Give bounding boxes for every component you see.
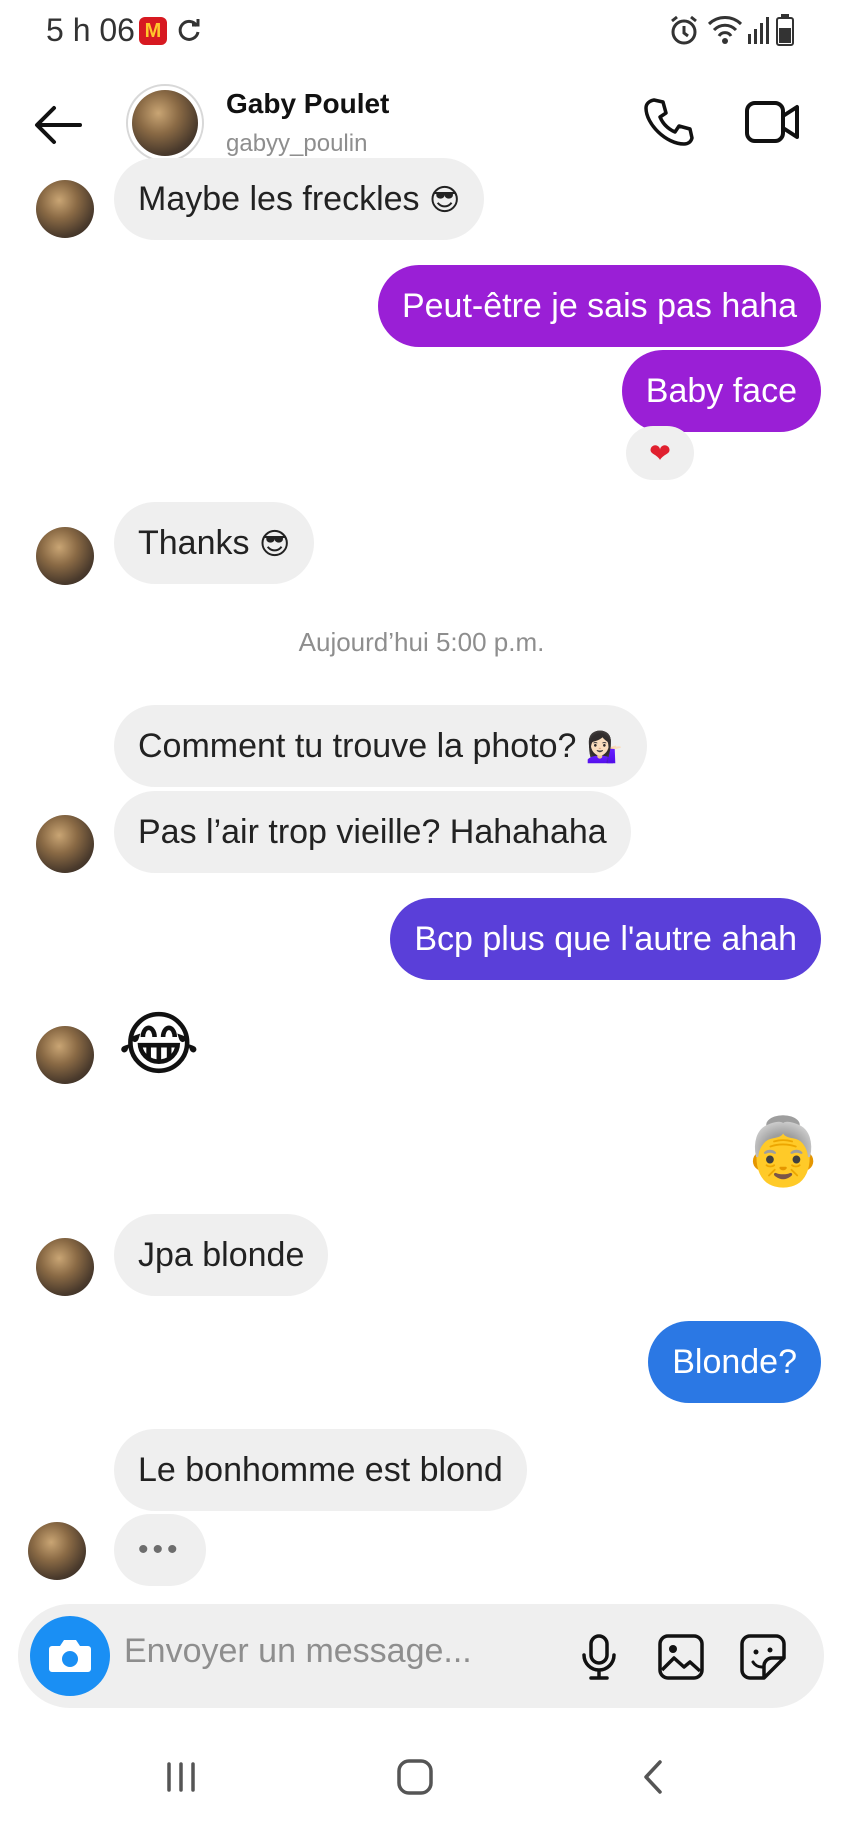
sunglasses-emoji: 😎 xyxy=(258,528,291,562)
message-text: Bcp plus que l'autre ahah xyxy=(414,920,797,958)
camera-icon xyxy=(49,1640,91,1672)
conversation-timestamp: Aujourd’hui 5:00 p.m. xyxy=(298,627,545,657)
message-text: Baby face xyxy=(645,372,797,410)
message-bubble-outgoing[interactable]: Bcp plus que l'autre ahah xyxy=(390,898,821,980)
message-bubble-outgoing[interactable]: Peut-être je sais pas haha xyxy=(377,265,821,347)
heart-reaction[interactable]: ❤ xyxy=(626,426,694,480)
wifi-icon xyxy=(707,16,743,44)
sync-icon xyxy=(178,19,200,41)
typing-indicator: ••• xyxy=(114,1514,206,1586)
recents-icon[interactable] xyxy=(156,1752,206,1802)
battery-icon xyxy=(776,14,794,46)
gallery-icon[interactable] xyxy=(656,1632,706,1682)
message-bubble-incoming[interactable]: Thanks 😎 xyxy=(114,502,315,584)
message-input[interactable]: Envoyer un message... xyxy=(124,1632,472,1671)
message-bubble-incoming[interactable]: Pas l’air trop vieille? Hahahaha xyxy=(114,791,631,873)
sticker-icon[interactable] xyxy=(738,1632,788,1682)
message-text: Peut-être je sais pas haha xyxy=(401,287,797,325)
message-bubble-incoming[interactable]: Maybe les freckles 😎 xyxy=(114,158,485,240)
sender-avatar[interactable] xyxy=(36,1238,94,1296)
sender-avatar[interactable] xyxy=(28,1522,86,1580)
older-woman-emoji-message[interactable]: 👵 xyxy=(742,1110,824,1192)
tipping-hand-emoji: 💁🏻‍♀️ xyxy=(585,731,624,765)
avatar[interactable] xyxy=(132,90,198,156)
contact-name[interactable]: Gaby Poulet xyxy=(226,88,389,120)
home-icon[interactable] xyxy=(390,1752,440,1802)
alarm-icon xyxy=(671,15,697,45)
sender-avatar[interactable] xyxy=(36,180,94,238)
message-text: Thanks xyxy=(138,524,250,562)
sender-avatar[interactable] xyxy=(36,1026,94,1084)
nav-back-icon[interactable] xyxy=(630,1752,680,1802)
sunglasses-emoji: 😎 xyxy=(429,184,461,218)
microphone-icon[interactable] xyxy=(574,1632,624,1682)
message-text: Maybe les freckles xyxy=(138,180,420,218)
message-text: Le bonhomme est blond xyxy=(138,1451,503,1489)
joy-emoji-message[interactable]: 😂 xyxy=(118,1002,200,1086)
phone-icon[interactable] xyxy=(642,96,694,148)
message-text: Pas l’air trop vieille? Hahahaha xyxy=(138,813,607,851)
back-arrow-icon[interactable] xyxy=(30,100,86,150)
message-bubble-incoming[interactable]: Comment tu trouve la photo? 💁🏻‍♀️ xyxy=(114,705,648,787)
message-text: Comment tu trouve la photo? xyxy=(138,727,577,765)
message-text: Blonde? xyxy=(672,1343,797,1381)
sender-avatar[interactable] xyxy=(36,815,94,873)
message-bubble-outgoing[interactable]: Blonde? xyxy=(648,1321,821,1403)
message-text: Jpa blonde xyxy=(138,1236,305,1274)
mcdonalds-notification-icon: M xyxy=(139,17,167,45)
video-icon[interactable] xyxy=(744,98,800,146)
message-bubble-incoming[interactable]: Le bonhomme est blond xyxy=(114,1429,527,1511)
message-bubble-incoming[interactable]: Jpa blonde xyxy=(114,1214,329,1296)
status-time: 5 h 06 xyxy=(46,12,135,48)
contact-handle: gabyy_poulin xyxy=(226,130,368,157)
camera-button[interactable] xyxy=(30,1616,110,1696)
signal-icon xyxy=(748,17,769,44)
message-bubble-outgoing[interactable]: Baby face xyxy=(621,350,821,432)
sender-avatar[interactable] xyxy=(36,527,94,585)
